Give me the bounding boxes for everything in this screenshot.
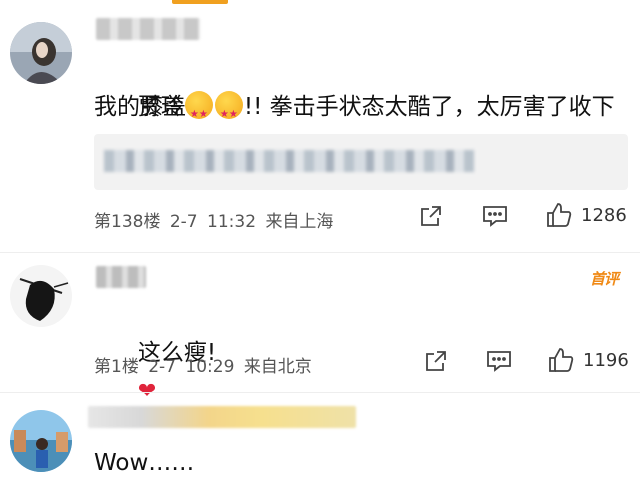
reply-button[interactable] [486, 349, 512, 373]
quoted-content-blurred[interactable] [94, 134, 628, 190]
avatar[interactable] [10, 22, 72, 84]
username-blurred[interactable] [96, 18, 200, 40]
username-blurred[interactable] [88, 406, 356, 428]
comment-text-line2: 我的膝盖 [94, 94, 186, 120]
floor-number: 第138楼 [94, 212, 161, 232]
comment-location: 来自上海 [265, 212, 334, 232]
like-button[interactable]: 1196 [547, 346, 629, 374]
star-struck-emoji-icon [214, 91, 243, 134]
comment-date: 2-7 10:29 [148, 357, 235, 377]
star-struck-emoji-icon [184, 91, 213, 134]
first-comment-badge: 首评 [589, 270, 619, 288]
avatar[interactable] [10, 410, 72, 472]
share-button[interactable] [419, 204, 443, 228]
thumbs-up-icon [545, 201, 573, 229]
comment-text: Wow…… [94, 450, 195, 476]
comment-item: 首评 这么瘦! ❤ 第1楼 2-7 10:29 来自北京 1196 [0, 252, 640, 404]
share-icon [424, 349, 448, 373]
comment-text-suffix: !! 拳击手状态太酷了，太厉害了收下 [243, 94, 615, 120]
like-button[interactable]: 1286 [545, 201, 627, 229]
reply-button[interactable] [482, 204, 508, 228]
share-button[interactable] [424, 349, 448, 373]
comment-item: Wow…… [0, 392, 640, 483]
like-count: 1286 [581, 204, 627, 226]
like-count: 1196 [583, 349, 629, 371]
comment-location: 来自北京 [243, 357, 312, 377]
comment-meta: 第1楼 2-7 10:29 来自北京 [94, 352, 312, 377]
comment-icon [486, 349, 512, 373]
share-icon [419, 204, 443, 228]
avatar[interactable] [10, 265, 72, 327]
comment-icon [482, 204, 508, 228]
username-blurred[interactable] [96, 266, 146, 288]
comment-date: 2-7 11:32 [169, 212, 257, 232]
comment-item: 贾玲!! 拳击手状态太酷了，太厉害了收下 我的膝盖 第138楼 2-7 11:3… [0, 0, 640, 250]
comment-list: 贾玲!! 拳击手状态太酷了，太厉害了收下 我的膝盖 第138楼 2-7 11:3… [0, 0, 640, 483]
comment-meta: 第138楼 2-7 11:32 来自上海 [94, 207, 333, 232]
thumbs-up-icon [547, 346, 575, 374]
floor-number: 第1楼 [94, 357, 139, 377]
